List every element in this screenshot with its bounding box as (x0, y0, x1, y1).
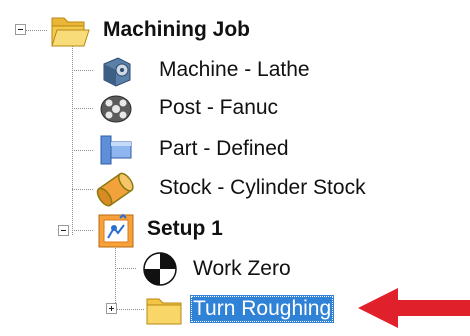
tree-node-work-zero[interactable]: Work Zero (190, 251, 294, 287)
collapse-toggle-root[interactable] (15, 24, 26, 35)
tree-line (26, 30, 48, 31)
tree-node-part[interactable]: Part - Defined (156, 131, 292, 167)
node-label-machine: Machine - Lathe (159, 58, 310, 81)
tree-line (72, 230, 94, 231)
node-label-work-zero: Work Zero (193, 257, 291, 280)
post-reel-icon (100, 95, 132, 123)
tree-line-root (72, 44, 73, 236)
node-label-machining-job: Machining Job (103, 18, 250, 41)
node-label-part: Part - Defined (159, 137, 289, 160)
tree-line (115, 268, 137, 269)
tree-line (72, 70, 94, 71)
tree-node-stock[interactable]: Stock - Cylinder Stock (156, 170, 369, 206)
folder-icon (146, 298, 182, 325)
work-zero-icon (143, 252, 177, 286)
tree-line (72, 150, 94, 151)
collapse-toggle-setup[interactable] (58, 225, 69, 236)
tree-line (115, 309, 145, 310)
tree-node-post[interactable]: Post - Fanuc (156, 90, 281, 126)
tree-line (72, 189, 94, 190)
red-arrow-left-icon (358, 288, 470, 328)
tree-line-setup (115, 248, 116, 308)
machine-icon (103, 57, 131, 87)
tree-node-machine[interactable]: Machine - Lathe (156, 52, 313, 88)
expand-toggle-turn-roughing[interactable] (106, 303, 117, 314)
tree-line (72, 108, 94, 109)
node-label-setup: Setup 1 (147, 217, 223, 240)
node-label-stock: Stock - Cylinder Stock (159, 176, 366, 199)
tree-node-turn-roughing[interactable]: Turn Roughing (190, 291, 335, 327)
setup-icon (98, 213, 134, 248)
open-folder-icon (51, 17, 90, 47)
node-label-post: Post - Fanuc (159, 96, 279, 119)
tree-view: Machining Job Machine - Lathe Post - Fan… (0, 0, 470, 336)
part-icon (100, 135, 132, 165)
tree-node-setup[interactable]: Setup 1 (144, 211, 226, 247)
tree-node-root[interactable]: Machining Job (100, 12, 253, 48)
node-label-turn-roughing: Turn Roughing (190, 295, 335, 323)
stock-cylinder-icon (96, 172, 134, 207)
